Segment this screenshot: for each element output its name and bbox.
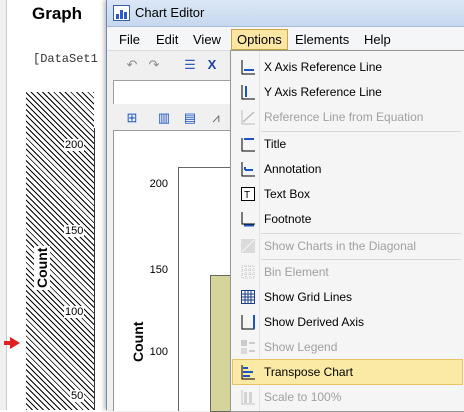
histogram-icon[interactable]: ▤ [183,111,197,125]
graph-heading: Graph [32,4,83,23]
menu-item-reference-line-equation[interactable]: Reference Line from Equation [233,105,462,129]
legend-icon [241,340,255,354]
bin-element-icon [241,265,255,279]
menu-item-label: Text Box [264,187,311,201]
menu-item-label: Show Derived Axis [264,315,365,329]
current-item-arrow-icon [10,337,20,349]
title-bar[interactable]: Chart Editor [107,0,464,27]
menu-item-title[interactable]: Title [233,132,462,156]
svg-text:T: T [244,190,250,201]
menu-item-label: Bin Element [264,265,329,279]
menu-file[interactable]: File [113,30,146,49]
chart-tick-label: 100 [149,346,168,358]
background-tick-label: 150 [64,225,85,237]
menu-edit[interactable]: Edit [150,30,184,49]
menu-options[interactable]: Options [231,29,288,50]
title-icon [241,138,255,152]
menu-item-label: Show Charts in the Diagonal [264,239,417,253]
menu-item-show-legend[interactable]: Show Legend [233,335,462,359]
menu-item-text-box[interactable]: T Text Box [233,182,462,206]
x-axis-select-icon[interactable]: X [205,58,219,72]
bar-chart-icon[interactable]: ▥ [157,111,171,125]
menu-item-label: Show Grid Lines [264,290,353,304]
chart-tick-label: 150 [149,264,168,276]
menu-item-label: Annotation [264,162,322,176]
menu-view[interactable]: View [187,30,227,49]
menu-item-scale-to-100[interactable]: Scale to 100% [233,385,462,409]
properties-icon[interactable]: ☰ [183,58,197,72]
redo-icon[interactable]: ↷ [147,58,161,72]
background-tick-label: 200 [64,139,85,151]
footnote-icon [241,212,255,227]
equation-line-icon [241,110,255,125]
chart-elements-toolbar: ⊞ ▥ ▤ ⩘ [107,104,231,130]
chart-tick-label: 200 [149,178,168,190]
y-axis-reference-line-icon [241,85,255,100]
background-y-axis-label: Count [34,245,50,290]
menu-bar: File Edit View Options Elements Help [107,27,464,51]
menu-item-label: Y Axis Reference Line [264,85,382,99]
dataset-label: [DataSet1 [33,52,98,66]
chart-editor-app-icon [113,5,130,21]
window-title: Chart Editor [135,5,205,20]
text-box-icon: T [241,187,255,201]
menu-item-label: Title [264,137,287,151]
menu-item-label: Reference Line from Equation [264,110,424,124]
menu-help[interactable]: Help [358,30,397,49]
menu-item-transpose-chart[interactable]: Transpose Chart [232,359,463,385]
menu-item-label: X Axis Reference Line [264,60,383,74]
menu-item-label: Transpose Chart [264,365,353,379]
menu-item-label: Show Legend [264,340,338,354]
undo-icon[interactable]: ↶ [125,58,139,72]
text-format-box[interactable] [113,80,233,106]
menu-item-show-charts-diagonal[interactable]: Show Charts in the Diagonal [233,234,462,258]
grid-select-icon[interactable]: ⊞ [125,111,139,125]
menu-item-show-grid-lines[interactable]: Show Grid Lines [233,285,462,309]
menu-item-y-axis-reference-line[interactable]: Y Axis Reference Line [233,80,462,104]
diagonal-charts-icon [241,239,255,253]
viewer-outline-pane [0,0,7,410]
options-dropdown-menu: X Axis Reference Line Y Axis Reference L… [230,50,464,412]
transpose-chart-icon [241,365,255,380]
menu-item-bin-element[interactable]: Bin Element [233,260,462,284]
background-tick-label: 100 [64,306,85,318]
background-tick-label: 50 [70,390,85,402]
line-chart-icon[interactable]: ⩘ [209,111,223,125]
menu-item-label: Scale to 100% [264,390,342,404]
editor-toolbar: ↶ ↷ ☰ X [107,51,231,79]
menu-item-annotation[interactable]: Annotation [233,157,462,181]
menu-item-label: Footnote [264,212,312,226]
annotation-icon [241,162,255,177]
derived-axis-icon [241,315,255,330]
menu-item-x-axis-reference-line[interactable]: X Axis Reference Line [233,55,462,79]
menu-item-show-derived-axis[interactable]: Show Derived Axis [233,310,462,334]
scale-100-icon [241,390,255,405]
grid-lines-icon [241,290,255,304]
menu-elements[interactable]: Elements [289,30,355,49]
menu-item-footnote[interactable]: Footnote [233,207,462,231]
x-axis-reference-line-icon [241,60,255,75]
